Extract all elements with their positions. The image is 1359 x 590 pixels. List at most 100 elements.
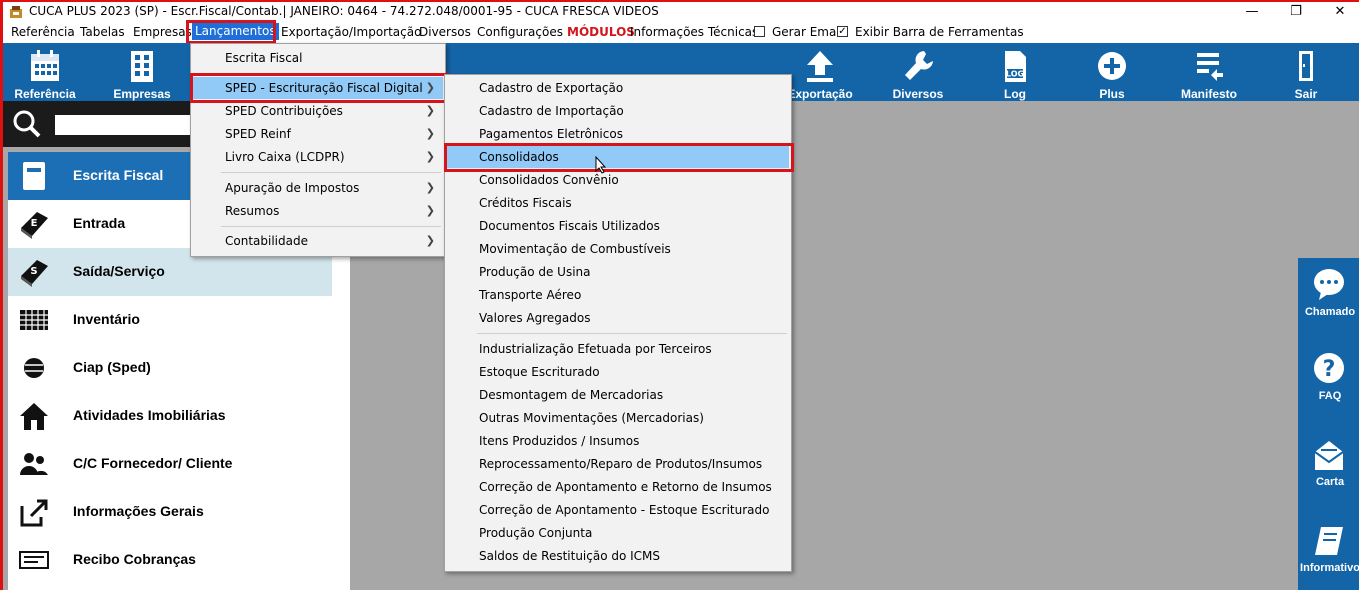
menu-item-sped-contribuicoes[interactable]: SPED Contribuições ❯ xyxy=(193,100,443,122)
chevron-right-icon: ❯ xyxy=(425,181,435,194)
sidebar-item-cc-fornecedor-cliente[interactable]: C/C Fornecedor/ Cliente xyxy=(8,440,332,488)
menu-item-contabilidade[interactable]: Contabilidade ❯ xyxy=(193,230,443,252)
sidebar-item-label: Entrada xyxy=(73,215,126,231)
submenu-item[interactable]: Produção Conjunta xyxy=(447,522,789,544)
manifest-icon xyxy=(1197,53,1223,81)
submenu-item[interactable]: Desmontagem de Mercadorias xyxy=(447,384,789,406)
sidebar-item-label: Escrita Fiscal xyxy=(73,167,164,183)
house-icon xyxy=(20,403,48,430)
submenu-item[interactable]: Reprocessamento/Reparo de Produtos/Insum… xyxy=(447,453,789,475)
minimize-button[interactable]: — xyxy=(1229,2,1275,22)
sidebar-item-informacoes-gerais[interactable]: Informações Gerais xyxy=(8,488,332,536)
menu-item-sped-reinf[interactable]: SPED Reinf ❯ xyxy=(193,123,443,145)
submenu-item[interactable]: Cadastro de Importação xyxy=(447,100,789,122)
application-window: CUCA PLUS 2023 (SP) - Escr.Fiscal/Contab… xyxy=(0,0,1359,590)
toolbar-plus-label: Plus xyxy=(1099,87,1125,101)
sidebar-item-label: Atividades Imobiliárias xyxy=(73,407,226,423)
toolbar-manifesto-button[interactable]: Manifesto xyxy=(1164,43,1254,101)
sidebar-item-label: Saída/Serviço xyxy=(73,263,165,279)
sidebar-item-inventario[interactable]: Inventário xyxy=(8,296,332,344)
menu-exportacao-importacao[interactable]: Exportação/Importação xyxy=(281,25,421,39)
submenu-item[interactable]: Itens Produzidos / Insumos xyxy=(447,430,789,452)
menu-informacoes-tecnicas[interactable]: Informações Técnicas xyxy=(630,25,758,39)
dock-chamado-button[interactable]: Chamado xyxy=(1298,258,1359,338)
plus-icon xyxy=(1098,52,1126,80)
dock-faq-button[interactable]: ? FAQ xyxy=(1298,342,1359,422)
submenu-item[interactable]: Movimentação de Combustíveis xyxy=(447,238,789,260)
annotation-box-sped xyxy=(190,73,449,103)
chevron-right-icon: ❯ xyxy=(425,204,435,217)
submenu-item[interactable]: Correção de Apontamento - Estoque Escrit… xyxy=(447,499,789,521)
close-button[interactable]: ✕ xyxy=(1317,2,1359,22)
toolbar-log-label: Log xyxy=(1004,87,1026,101)
submenu-item[interactable]: Industrialização Efetuada por Terceiros xyxy=(447,338,789,360)
exibir-barra-checkbox[interactable]: ✓ xyxy=(837,26,848,37)
menu-tabelas[interactable]: Tabelas xyxy=(80,25,125,39)
submenu-item[interactable]: Cadastro de Exportação xyxy=(447,77,789,99)
toolbar-referencia-button[interactable]: Referência xyxy=(0,43,90,101)
toolbar-sair-button[interactable]: Sair xyxy=(1261,43,1351,101)
sidebar-item-recibo-cobrancas[interactable]: Recibo Cobranças xyxy=(8,536,332,584)
sidebar-item-label: Recibo Cobranças xyxy=(73,551,196,567)
menu-modulos[interactable]: MÓDULOS xyxy=(567,25,635,39)
dock-faq-label: FAQ xyxy=(1318,390,1342,402)
svg-text:E: E xyxy=(31,218,38,229)
menu-separator xyxy=(221,172,441,173)
upload-icon xyxy=(807,51,833,82)
chevron-right-icon: ❯ xyxy=(425,104,435,117)
frame-border-top xyxy=(0,0,1359,2)
exibir-barra-label[interactable]: Exibir Barra de Ferramentas xyxy=(855,25,1024,39)
toolbar-log-button[interactable]: LOG Log xyxy=(970,43,1060,101)
wrench-icon xyxy=(905,51,933,80)
menu-item-livro-caixa[interactable]: Livro Caixa (LCDPR) ❯ xyxy=(193,146,443,168)
submenu-item[interactable]: Créditos Fiscais xyxy=(447,192,789,214)
submenu-item[interactable]: Transporte Aéreo xyxy=(447,284,789,306)
chevron-right-icon: ❯ xyxy=(425,150,435,163)
submenu-item[interactable]: Estoque Escriturado xyxy=(447,361,789,383)
submenu-item[interactable]: Saldos de Restituição do ICMS xyxy=(447,545,789,567)
restore-button[interactable]: ❐ xyxy=(1273,2,1319,22)
menu-item-resumos[interactable]: Resumos ❯ xyxy=(193,200,443,222)
submenu-item[interactable]: Correção de Apontamento e Retorno de Ins… xyxy=(447,476,789,498)
toolbar-diversos-label: Diversos xyxy=(892,87,944,101)
svg-text:LOG: LOG xyxy=(1006,70,1024,79)
menu-item-escrita-fiscal[interactable]: Escrita Fiscal xyxy=(193,47,443,69)
submenu-item[interactable]: Valores Agregados xyxy=(447,307,789,329)
toolbar-diversos-button[interactable]: Diversos xyxy=(873,43,963,101)
window-title: CUCA PLUS 2023 (SP) - Escr.Fiscal/Contab… xyxy=(29,4,659,18)
menu-empresas[interactable]: Empresas xyxy=(133,25,192,39)
svg-text:?: ? xyxy=(1323,357,1336,382)
toolbar-sair-label: Sair xyxy=(1294,87,1318,101)
toolbar-empresas-button[interactable]: Empresas xyxy=(97,43,187,101)
gerar-email-label[interactable]: Gerar Email xyxy=(772,25,843,39)
dock-carta-label: Carta xyxy=(1315,476,1345,488)
menu-configuracoes[interactable]: Configurações xyxy=(477,25,563,39)
title-bar: CUCA PLUS 2023 (SP) - Escr.Fiscal/Contab… xyxy=(3,2,1359,22)
search-icon[interactable] xyxy=(12,109,42,139)
sidebar-item-ciap-sped[interactable]: Ciap (Sped) xyxy=(8,344,332,392)
book-icon xyxy=(23,162,45,190)
grid-icon xyxy=(20,310,48,330)
sidebar-item-atividades-imobiliarias[interactable]: Atividades Imobiliárias xyxy=(8,392,332,440)
menu-diversos[interactable]: Diversos xyxy=(419,25,471,39)
people-icon xyxy=(20,453,48,475)
dock-informativo-button[interactable]: Informativo xyxy=(1298,514,1359,590)
sidebar-item-label: Inventário xyxy=(73,311,140,327)
question-icon: ? xyxy=(1314,353,1344,383)
dock-carta-button[interactable]: Carta xyxy=(1298,428,1359,508)
toolbar-referencia-label: Referência xyxy=(14,87,76,101)
log-file-icon: LOG xyxy=(1005,51,1026,82)
submenu-item[interactable]: Pagamentos Eletrônicos xyxy=(447,123,789,145)
menu-referencia[interactable]: Referência xyxy=(11,25,75,39)
svg-text:S: S xyxy=(30,266,37,277)
search-input[interactable] xyxy=(55,115,195,135)
submenu-item[interactable]: Consolidados Convênio xyxy=(447,169,789,191)
submenu-item[interactable]: Documentos Fiscais Utilizados xyxy=(447,215,789,237)
menu-separator xyxy=(477,333,787,334)
submenu-item[interactable]: Outras Movimentações (Mercadorias) xyxy=(447,407,789,429)
gerar-email-checkbox[interactable] xyxy=(754,26,765,37)
submenu-item[interactable]: Produção de Usina xyxy=(447,261,789,283)
toolbar-plus-button[interactable]: Plus xyxy=(1067,43,1157,101)
menu-item-apuracao-impostos[interactable]: Apuração de Impostos ❯ xyxy=(193,177,443,199)
toolbar-empresas-label: Empresas xyxy=(113,87,171,101)
